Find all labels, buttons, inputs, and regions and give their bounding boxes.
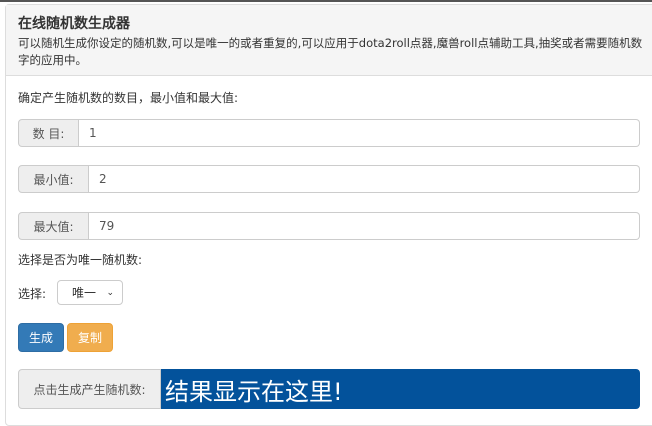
- max-input[interactable]: 79: [89, 212, 640, 240]
- window-top-border: [0, 0, 652, 2]
- result-group: 点击生成产生随机数: 结果显示在这里!: [18, 369, 640, 409]
- copy-button[interactable]: 复制: [67, 323, 113, 352]
- panel-header: 在线随机数生成器 可以随机生成你设定的随机数,可以是唯一的或者重复的,可以应用于…: [6, 5, 652, 76]
- max-group: 最大值: 79: [18, 212, 640, 240]
- result-output: 结果显示在这里!: [161, 369, 640, 409]
- page-title: 在线随机数生成器: [18, 16, 130, 32]
- select-value: 唯一: [72, 286, 97, 300]
- min-label: 最小值:: [18, 165, 89, 193]
- select-label: 选择:: [18, 287, 47, 301]
- count-group: 数 目: 1: [18, 119, 640, 147]
- min-group: 最小值: 2: [18, 165, 640, 193]
- min-input[interactable]: 2: [89, 165, 640, 193]
- generate-button[interactable]: 生成: [18, 323, 64, 352]
- count-label: 数 目:: [18, 119, 79, 147]
- result-label: 点击生成产生随机数:: [18, 369, 161, 409]
- unique-select[interactable]: 唯一 ⌄: [57, 280, 123, 305]
- page-description: 可以随机生成你设定的随机数,可以是唯一的或者重复的,可以应用于dota2roll…: [18, 36, 643, 67]
- max-label: 最大值:: [18, 212, 89, 240]
- chevron-down-icon: ⌄: [106, 287, 114, 298]
- unique-prompt: 选择是否为唯一随机数:: [18, 253, 143, 267]
- count-input[interactable]: 1: [79, 119, 640, 147]
- intro-text: 确定产生随机数的数目，最小值和最大值:: [18, 91, 239, 105]
